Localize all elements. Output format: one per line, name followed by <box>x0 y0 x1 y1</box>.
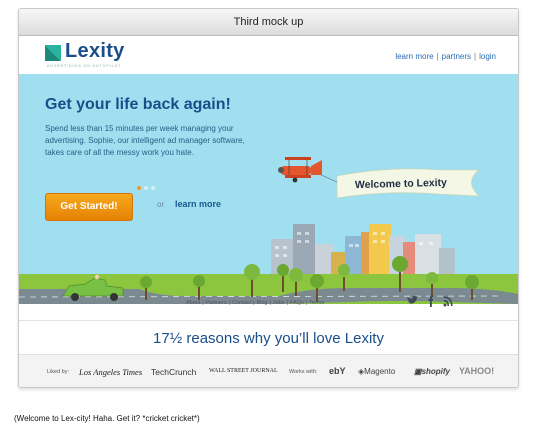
slide-dot-1[interactable] <box>137 186 141 190</box>
slide-dot-3[interactable] <box>151 186 155 190</box>
rss-icon[interactable] <box>443 296 453 307</box>
reasons-band: 17½ reasons why you’ll love Lexity <box>19 320 518 353</box>
site-header: Lexity ADVERTISING ON AUTOPILOT learn mo… <box>19 36 518 74</box>
ebay-logo: ebY <box>329 366 346 376</box>
footer-link-partners[interactable]: Partners <box>206 300 227 306</box>
reasons-heading[interactable]: 17½ reasons why you’ll love Lexity <box>19 330 518 347</box>
liked-by-label: Liked by: <box>47 369 70 375</box>
shopify-logo: ▣shopify <box>414 367 450 376</box>
nav-separator: | <box>474 52 477 61</box>
slide-indicator <box>137 177 158 195</box>
get-started-button[interactable]: Get Started! <box>45 193 133 221</box>
page-caption: (Welcome to Lex-city! Haha. Get it? *cri… <box>14 414 200 423</box>
footer-link-contact[interactable]: Contact <box>232 300 251 306</box>
footer-link-jobs[interactable]: Jobs <box>273 300 285 306</box>
magento-label: Magento <box>364 367 396 376</box>
footer-link-blog[interactable]: Blog <box>256 300 267 306</box>
nav-separator: | <box>436 52 439 61</box>
brand-tagline: ADVERTISING ON AUTOPILOT <box>47 64 122 68</box>
hero-headline: Get your life back again! <box>45 96 231 113</box>
hero-learn-more-link[interactable]: learn more <box>175 199 221 209</box>
welcome-banner: Welcome to Lexity <box>318 168 480 199</box>
airplane-icon <box>278 157 322 183</box>
brand-name[interactable]: Lexity <box>65 40 125 63</box>
top-nav: learn more | partners | login <box>395 52 496 61</box>
shopify-bag-icon: ▣ <box>414 367 422 376</box>
press-logos-bar: Liked by: Los Angeles Times TechCrunch W… <box>19 354 518 387</box>
magento-logo: ◈Magento <box>358 367 395 376</box>
slide-dot-2[interactable] <box>144 186 148 190</box>
window-title: Third mock up <box>19 9 518 36</box>
website-mockup: Lexity ADVERTISING ON AUTOPILOT learn mo… <box>19 36 518 387</box>
twitter-icon[interactable] <box>407 295 418 304</box>
mockup-window: Third mock up Lexity ADVERTISING ON AUTO… <box>18 8 519 388</box>
nav-learn-more[interactable]: learn more <box>395 52 433 61</box>
lexity-logo-icon <box>45 45 61 61</box>
nav-partners[interactable]: partners <box>442 52 471 61</box>
la-times-logo: Los Angeles Times <box>79 367 143 377</box>
hero-section: Welcome to Lexity Get your life back aga… <box>19 74 518 304</box>
footer-link-faqs[interactable]: FAQs <box>290 300 304 306</box>
footer-link-terms[interactable]: Terms <box>309 300 324 306</box>
social-links <box>406 294 458 312</box>
footer-link-about[interactable]: About <box>186 300 200 306</box>
or-text: or <box>157 200 165 209</box>
yahoo-logo: YAHOO! <box>459 366 495 376</box>
techcrunch-logo: TechCrunch <box>151 367 197 377</box>
works-with-label: Works with: <box>289 369 318 375</box>
banner-text: Welcome to Lexity <box>355 177 447 191</box>
facebook-icon[interactable] <box>428 295 434 307</box>
hero-body: Spend less than 15 minutes per week mana… <box>45 124 245 157</box>
shopify-label: shopify <box>421 367 451 376</box>
footer-links: About | Partners | Contact | Blog | Jobs | FAQs | Te… <box>186 300 325 306</box>
nav-login[interactable]: login <box>479 52 496 61</box>
wsj-logo: WALL STREET JOURNAL <box>209 368 278 374</box>
